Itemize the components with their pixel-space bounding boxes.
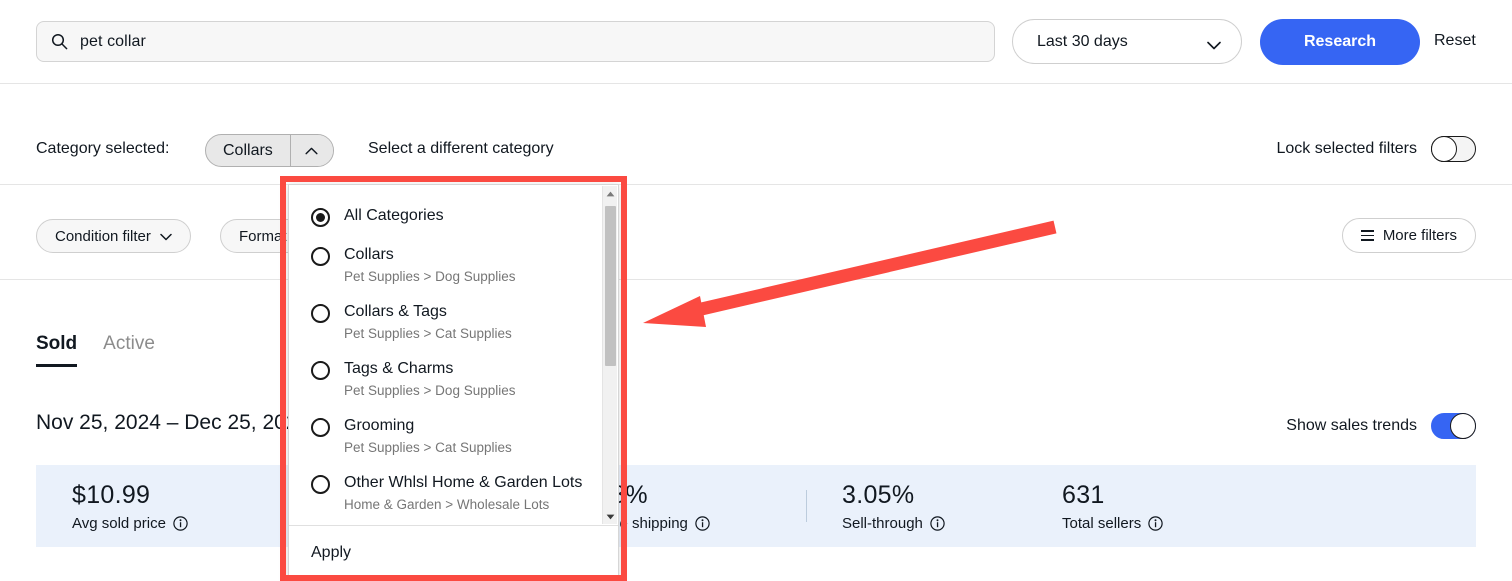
stat-sell-through: 3.05% Sell-through (806, 480, 1026, 532)
results-date-range: Nov 25, 2024 – Dec 25, 2024 (36, 411, 309, 435)
chevron-down-icon (160, 228, 172, 245)
reset-link[interactable]: Reset (1434, 32, 1476, 50)
category-pill-value: Collars (206, 135, 291, 166)
stat-caption-text: Avg sold price (72, 515, 166, 532)
stat-caption-text: Sell-through (842, 515, 923, 532)
date-range-label: Last 30 days (1037, 33, 1128, 51)
research-button[interactable]: Research (1260, 19, 1420, 65)
stat-value: 631 (1062, 480, 1246, 510)
tab-active[interactable]: Active (103, 333, 155, 367)
info-icon[interactable] (1148, 516, 1163, 531)
annotation-highlight-box (280, 176, 627, 581)
more-filters-label: More filters (1383, 227, 1457, 244)
show-sales-trends-toggle[interactable] (1431, 413, 1476, 439)
tab-sold[interactable]: Sold (36, 333, 77, 367)
stat-total-sellers: 631 Total sellers (1026, 480, 1246, 532)
show-sales-trends-control: Show sales trends (1286, 413, 1476, 439)
stat-value: 3.05% (842, 480, 1026, 510)
select-different-category-link[interactable]: Select a different category (368, 140, 554, 158)
lock-filters-label: Lock selected filters (1276, 140, 1417, 158)
lock-filters-control: Lock selected filters (1276, 136, 1476, 162)
condition-filter-label: Condition filter (55, 228, 151, 245)
stats-bar: $10.99 Avg sold price $5.70 Avg shipping (36, 465, 1476, 547)
stat-value: 88% (597, 480, 806, 510)
info-icon[interactable] (695, 516, 710, 531)
stat-caption-text: Total sellers (1062, 515, 1141, 532)
chevron-down-icon (1207, 37, 1221, 46)
category-selected-label: Category selected: (36, 140, 169, 158)
toggle-knob (1431, 136, 1457, 162)
stat-caption: Sell-through (842, 515, 1026, 532)
toggle-knob (1450, 413, 1476, 439)
stat-caption: Free shipping (597, 515, 806, 532)
search-icon (51, 33, 68, 50)
app-root: pet collar Last 30 days Research Reset C… (0, 0, 1512, 581)
chevron-up-icon[interactable] (291, 135, 333, 166)
results-panel: Sold Active Nov 25, 2024 – Dec 25, 2024 … (0, 281, 1512, 581)
more-filters-button[interactable]: More filters (1342, 218, 1476, 253)
info-icon[interactable] (173, 516, 188, 531)
condition-filter-button[interactable]: Condition filter (36, 219, 191, 253)
lock-filters-toggle[interactable] (1431, 136, 1476, 162)
search-toolbar: pet collar Last 30 days Research Reset (0, 0, 1512, 84)
search-input[interactable]: pet collar (36, 21, 995, 62)
results-tabs: Sold Active (36, 333, 155, 367)
category-selected-pill[interactable]: Collars (205, 134, 334, 167)
stat-caption: Total sellers (1062, 515, 1246, 532)
info-icon[interactable] (930, 516, 945, 531)
show-sales-trends-label: Show sales trends (1286, 417, 1417, 435)
search-input-value: pet collar (80, 33, 146, 51)
hamburger-icon (1361, 227, 1374, 244)
date-range-dropdown[interactable]: Last 30 days (1012, 19, 1242, 64)
